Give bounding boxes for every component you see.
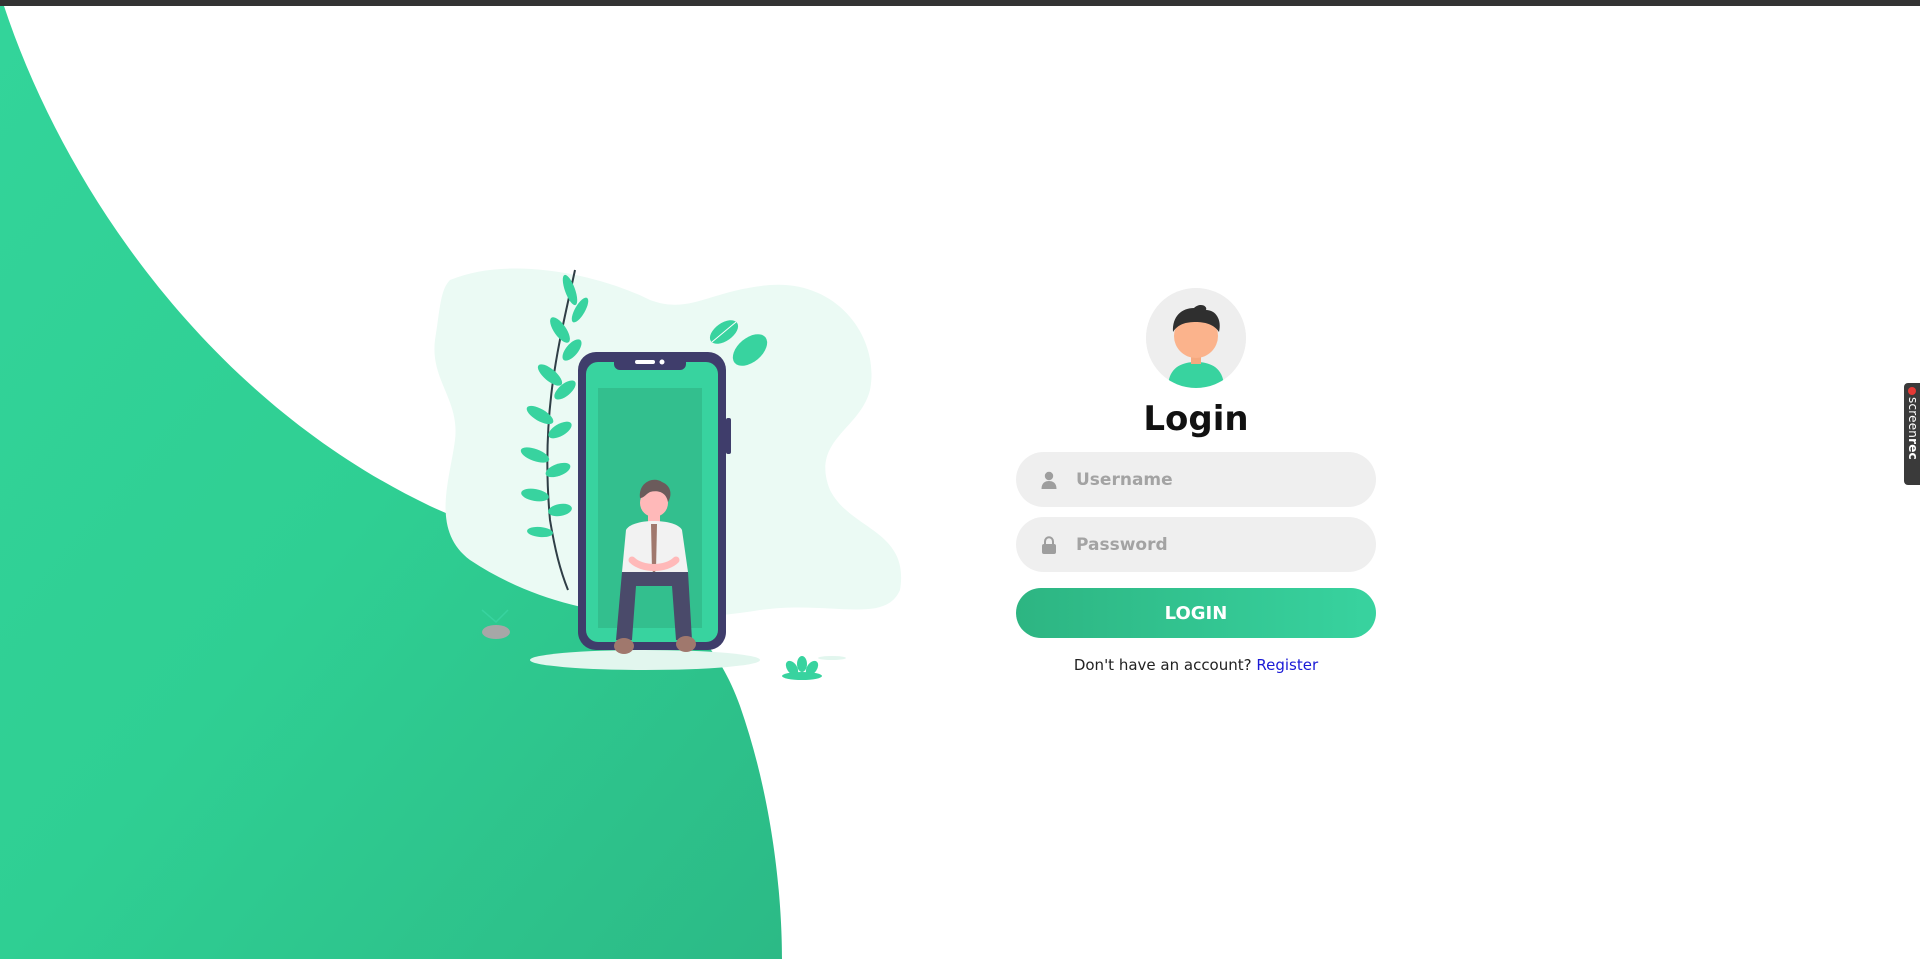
password-field[interactable]	[1016, 517, 1376, 572]
record-dot-icon	[1908, 387, 1916, 395]
register-link[interactable]: Register	[1256, 656, 1318, 674]
lock-icon	[1040, 535, 1058, 554]
user-avatar-icon	[1146, 288, 1246, 388]
user-icon	[1040, 471, 1058, 489]
screenrec-label: screenrec	[1906, 397, 1920, 460]
username-input[interactable]	[1074, 468, 1338, 491]
password-input[interactable]	[1074, 533, 1338, 556]
login-title: Login	[1143, 399, 1249, 439]
register-prompt-text: Don't have an account?	[1073, 656, 1252, 674]
screenrec-bold: rec	[1906, 438, 1920, 460]
username-field[interactable]	[1016, 452, 1376, 507]
register-prompt: Don't have an account? Register	[1074, 656, 1318, 674]
screenrec-badge[interactable]: screenrec	[1904, 383, 1920, 485]
login-button[interactable]: LOGIN	[1016, 588, 1376, 638]
login-form: Login LOGIN Don't have an account? Regis…	[1016, 288, 1376, 674]
screenrec-light: screen	[1906, 397, 1920, 439]
man-sitting-on-phone-illustration	[434, 268, 902, 680]
